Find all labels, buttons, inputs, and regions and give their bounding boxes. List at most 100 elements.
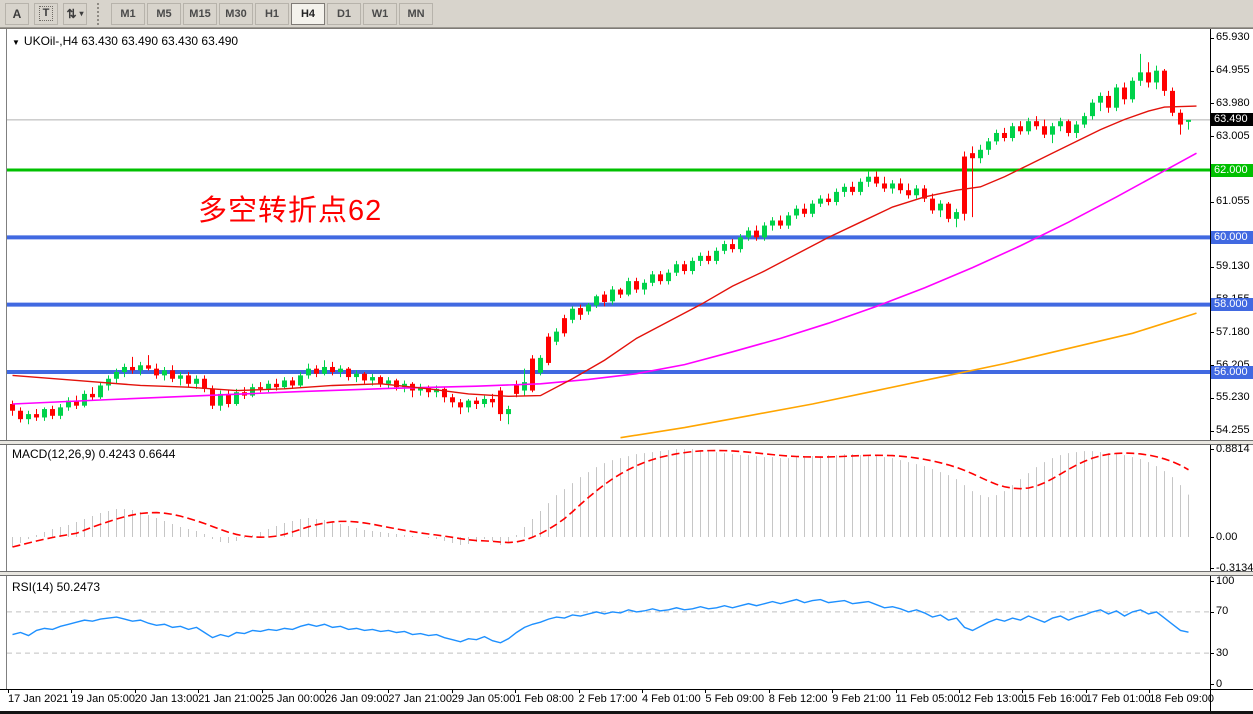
timeframe-button-M15[interactable]: M15	[183, 3, 217, 25]
candle-body	[106, 379, 111, 386]
candle-body	[930, 199, 935, 211]
chart-title: ▼ UKOil-,H4 63.430 63.490 63.430 63.490	[12, 34, 238, 48]
candle-body	[610, 290, 615, 302]
timeframe-button-M1[interactable]: M1	[111, 3, 145, 25]
chart-region[interactable]: ▼ UKOil-,H4 63.430 63.490 63.430 63.490 多…	[0, 28, 1253, 714]
chart-canvas[interactable]	[0, 29, 1253, 714]
time-axis-label: 1 Feb 08:00	[515, 693, 574, 705]
rsi-axis-label: 30	[1216, 647, 1228, 659]
time-axis-label: 15 Feb 16:00	[1022, 693, 1087, 705]
candle-body	[1106, 96, 1111, 108]
candle-body	[754, 231, 759, 238]
candle-body	[538, 358, 543, 373]
price-axis-label: 63.005	[1216, 130, 1250, 142]
time-axis-label: 4 Feb 01:00	[642, 693, 701, 705]
candle-body	[82, 394, 87, 406]
time-axis-label: 2 Feb 17:00	[579, 693, 638, 705]
candle-body	[178, 375, 183, 378]
timeframe-button-H4[interactable]: H4	[291, 3, 325, 25]
candle-body	[194, 379, 199, 384]
price-axis-label: 63.980	[1216, 97, 1250, 109]
candle-body	[1146, 72, 1151, 82]
candle-body	[210, 389, 215, 406]
candle-body	[1090, 103, 1095, 116]
chart-annotation-text: 多空转折点62	[198, 187, 382, 229]
candle-body	[906, 190, 911, 195]
candle-body	[658, 274, 663, 281]
candle-body	[962, 157, 967, 214]
arrows-icon: ⇅	[66, 7, 76, 21]
time-axis-label: 9 Feb 21:00	[832, 693, 891, 705]
candle-body	[162, 370, 167, 375]
candle-body	[258, 387, 263, 389]
timeframe-button-D1[interactable]: D1	[327, 3, 361, 25]
candle-body	[746, 231, 751, 238]
timeframe-button-MN[interactable]: MN	[399, 3, 433, 25]
candle-body	[850, 187, 855, 192]
price-axis-label: 57.180	[1216, 326, 1250, 338]
candle-body	[898, 183, 903, 190]
axis-tick-mark	[1210, 103, 1214, 104]
candle-body	[970, 153, 975, 158]
panel-splitter[interactable]	[0, 571, 1253, 576]
candle-body	[946, 204, 951, 219]
candle-body	[98, 385, 103, 397]
font-tool-button[interactable]: A	[5, 3, 29, 25]
axis-tick-mark	[1210, 449, 1214, 450]
candle-body	[842, 187, 847, 192]
axis-tick-mark	[1210, 136, 1214, 137]
time-axis-label: 19 Jan 05:00	[71, 693, 135, 705]
candle-body	[450, 397, 455, 402]
arrows-tool-button[interactable]: ⇅ ▾	[63, 3, 87, 25]
macd-axis-label: 0.8814	[1216, 443, 1250, 455]
timeframe-button-W1[interactable]: W1	[363, 3, 397, 25]
candle-body	[114, 372, 119, 379]
macd-axis-label: 0.00	[1216, 531, 1237, 543]
axis-tick-mark	[1210, 568, 1214, 569]
time-axis-label: 29 Jan 05:00	[452, 693, 516, 705]
collapse-triangle-icon: ▼	[12, 38, 20, 47]
time-axis-label: 25 Jan 00:00	[262, 693, 326, 705]
candle-body	[1026, 121, 1031, 131]
axis-tick-mark	[1210, 612, 1214, 613]
candle-body	[330, 367, 335, 372]
text-tool-button[interactable]: T	[34, 3, 58, 25]
timeframe-button-H1[interactable]: H1	[255, 3, 289, 25]
time-axis-label: 11 Feb 05:00	[896, 693, 960, 705]
axis-tick-mark	[1210, 684, 1214, 685]
candle-body	[682, 264, 687, 271]
candle-body	[90, 394, 95, 397]
candle-body	[386, 380, 391, 383]
candle-body	[346, 369, 351, 377]
ma-slow-line	[621, 313, 1197, 438]
candle-body	[914, 189, 919, 196]
candle-body	[546, 337, 551, 363]
candle-body	[954, 212, 959, 219]
axis-tick-mark	[1210, 653, 1214, 654]
mt4-window: A T ⇅ ▾ M1M5M15M30H1H4D1W1MN ▼ UKOil-,H4 …	[0, 0, 1253, 714]
candle-body	[482, 399, 487, 404]
chart-ohlc-readout: 63.430 63.490 63.430 63.490	[81, 34, 238, 48]
candle-body	[1018, 126, 1023, 131]
axis-tick-mark	[1210, 267, 1214, 268]
candle-body	[698, 256, 703, 261]
axis-tick-mark	[1210, 71, 1214, 72]
panel-splitter[interactable]	[0, 440, 1253, 445]
axis-tick-mark	[1210, 537, 1214, 538]
chart-symbol: UKOil-,H4	[24, 34, 78, 48]
candle-body	[146, 365, 151, 368]
candle-body	[58, 407, 63, 415]
candle-body	[1178, 113, 1183, 125]
candle-body	[1138, 72, 1143, 80]
toolbar-grip[interactable]	[97, 3, 105, 25]
timeframe-button-M5[interactable]: M5	[147, 3, 181, 25]
candle-body	[362, 374, 367, 381]
candle-body	[26, 414, 31, 419]
price-axis-label: 61.055	[1216, 195, 1250, 207]
candle-body	[562, 318, 567, 333]
macd-indicator-label: MACD(12,26,9) 0.4243 0.6644	[12, 447, 175, 461]
candle-body	[882, 183, 887, 188]
time-axis-label: 17 Feb 01:00	[1086, 693, 1151, 705]
timeframe-button-M30[interactable]: M30	[219, 3, 253, 25]
time-axis-label: 21 Jan 21:00	[198, 693, 262, 705]
